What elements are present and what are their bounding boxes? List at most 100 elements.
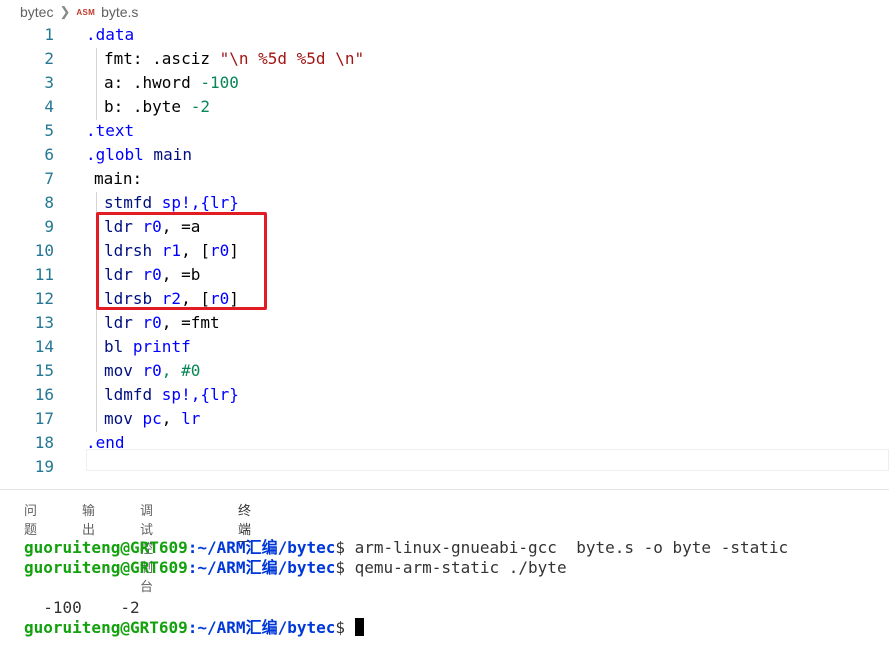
- code-line: 6 .globl main: [0, 143, 889, 167]
- breadcrumb-file[interactable]: byte.s: [101, 4, 138, 20]
- code-line: 5 .text: [0, 119, 889, 143]
- line-number: 14: [34, 337, 54, 356]
- line-number: 1: [44, 25, 54, 44]
- code-token: mov: [104, 409, 143, 428]
- code-token: main:: [94, 169, 143, 188]
- code-token: , =fmt: [161, 313, 220, 332]
- line-number: 8: [44, 193, 54, 212]
- code-text: .globl main: [86, 143, 192, 167]
- terminal-line: guoruiteng@GRT609:~/ARM汇编/bytec$: [24, 618, 884, 638]
- line-number: 9: [44, 217, 54, 236]
- terminal-command: qemu-arm-static ./byte: [345, 558, 567, 577]
- code-text: mov r0, #0: [104, 359, 200, 383]
- code-token: main: [143, 145, 192, 164]
- code-token: .data: [86, 25, 135, 44]
- code-token: lr: [181, 409, 201, 428]
- line-number: 7: [44, 169, 54, 188]
- terminal-user-host: guoruiteng@GRT609: [24, 618, 188, 637]
- terminal-user-host: guoruiteng@GRT609: [24, 558, 188, 577]
- code-text: .text: [86, 119, 134, 143]
- code-token: printf: [132, 337, 191, 356]
- code-line: 15 mov r0, #0: [0, 359, 889, 383]
- code-token: .end: [86, 433, 125, 452]
- terminal-path: :~/ARM汇编/bytec: [187, 538, 336, 557]
- code-token: , #0: [161, 361, 201, 380]
- line-number: 11: [34, 265, 54, 284]
- code-token: ldr: [104, 313, 143, 332]
- line-number: 15: [34, 361, 54, 380]
- line-number: 3: [44, 73, 54, 92]
- line-number: 4: [44, 97, 54, 116]
- code-line: 2 fmt: .asciz "\n %5d %5d \n": [0, 47, 889, 71]
- code-token: -100: [200, 73, 239, 92]
- breadcrumb: bytec ❯ ASM byte.s: [0, 0, 889, 24]
- code-line: 14 bl printf: [0, 335, 889, 359]
- line-number: 2: [44, 49, 54, 68]
- code-token: a: .hword: [104, 73, 201, 92]
- code-line: 7 main:: [0, 167, 889, 191]
- code-token: sp!,{lr}: [161, 193, 239, 212]
- code-token: sp!,{lr}: [161, 385, 239, 404]
- terminal-command: arm-linux-gnueabi-gcc byte.s -o byte -st…: [345, 538, 789, 557]
- code-line: 17 mov pc, lr: [0, 407, 889, 431]
- code-token: ldmfd: [104, 385, 162, 404]
- terminal-line: guoruiteng@GRT609:~/ARM汇编/bytec$ qemu-ar…: [24, 558, 884, 578]
- code-text: fmt: .asciz "\n %5d %5d \n": [104, 47, 364, 71]
- code-text: mov pc, lr: [104, 407, 200, 431]
- terminal-path: :~/ARM汇编/bytec: [187, 618, 336, 637]
- code-token: pc: [142, 409, 162, 428]
- line-number: 5: [44, 121, 54, 140]
- prompt-symbol: $: [335, 538, 346, 557]
- code-token: .globl: [86, 145, 144, 164]
- tab-output[interactable]: 输出: [82, 500, 95, 538]
- terminal-line: guoruiteng@GRT609:~/ARM汇编/bytec$ arm-lin…: [24, 538, 884, 558]
- line-number: 19: [34, 457, 54, 476]
- terminal[interactable]: guoruiteng@GRT609:~/ARM汇编/bytec$ arm-lin…: [24, 538, 884, 638]
- code-token: b: .byte: [104, 97, 191, 116]
- code-token: .text: [86, 121, 135, 140]
- code-token: fmt: .asciz: [104, 49, 220, 68]
- panel-divider: [0, 489, 889, 490]
- code-token: ,: [161, 409, 182, 428]
- code-line: 18 .end: [0, 431, 889, 455]
- terminal-user-host: guoruiteng@GRT609: [24, 538, 188, 557]
- line-number: 17: [34, 409, 54, 428]
- annotation-highlight-box: [96, 212, 267, 310]
- line-number: 13: [34, 313, 54, 332]
- code-token: bl: [104, 337, 133, 356]
- code-token: "\n %5d %5d \n": [219, 49, 365, 68]
- terminal-cursor: [354, 618, 364, 636]
- terminal-path: :~/ARM汇编/bytec: [187, 558, 336, 577]
- code-token: stmfd: [104, 193, 162, 212]
- code-token: -2: [190, 97, 210, 116]
- code-text: bl printf: [104, 335, 191, 359]
- code-line: 3 a: .hword -100: [0, 71, 889, 95]
- code-line: 19: [0, 455, 889, 479]
- line-number: 18: [34, 433, 54, 452]
- code-text: ldmfd sp!,{lr}: [104, 383, 239, 407]
- asm-file-icon: ASM: [76, 7, 96, 17]
- code-line: 1 .data: [0, 23, 889, 47]
- tab-problems[interactable]: 问题: [24, 500, 37, 538]
- breadcrumb-folder[interactable]: bytec: [20, 4, 53, 20]
- tab-terminal[interactable]: 终端: [238, 500, 252, 542]
- prompt-symbol: $: [335, 618, 346, 637]
- code-text: .end: [86, 431, 125, 455]
- code-text: a: .hword -100: [104, 71, 239, 95]
- prompt-symbol: $: [335, 558, 346, 577]
- line-number: 12: [34, 289, 54, 308]
- line-number: 16: [34, 385, 54, 404]
- terminal-output: -100 -2: [24, 598, 140, 617]
- code-text: .data: [86, 23, 134, 47]
- code-token: r0: [142, 313, 162, 332]
- code-line: 16 ldmfd sp!,{lr}: [0, 383, 889, 407]
- line-number: 10: [34, 241, 54, 260]
- code-text: b: .byte -2: [104, 95, 210, 119]
- code-token: mov: [104, 361, 143, 380]
- code-text: ldr r0, =fmt: [104, 311, 220, 335]
- line-number: 6: [44, 145, 54, 164]
- terminal-command: [345, 618, 355, 637]
- code-line: 13 ldr r0, =fmt: [0, 311, 889, 335]
- chevron-right-icon: ❯: [59, 4, 71, 19]
